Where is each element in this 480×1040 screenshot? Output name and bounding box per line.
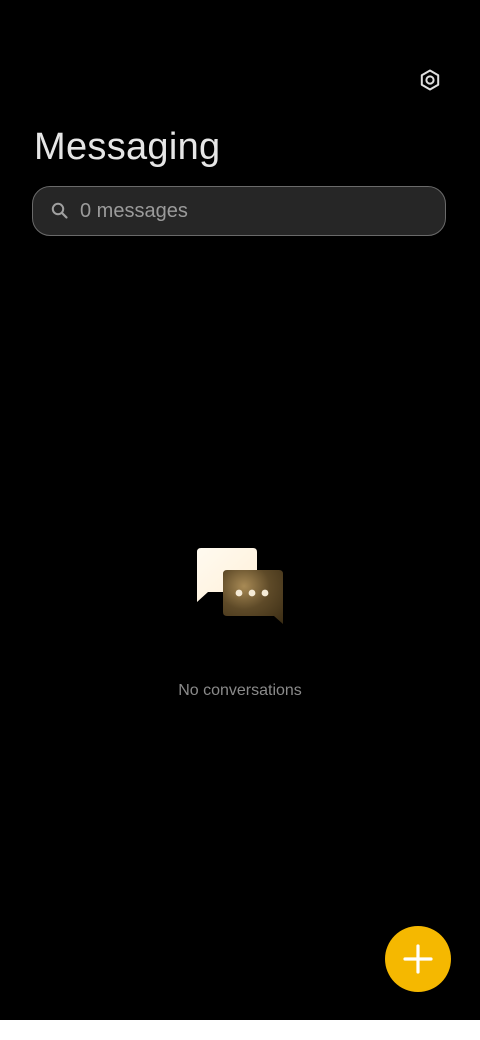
- search-input[interactable]: 0 messages: [80, 199, 188, 223]
- plus-icon: [403, 944, 433, 974]
- navigation-bar-area: [0, 1020, 480, 1040]
- page-title: Messaging: [34, 126, 221, 168]
- search-icon: [50, 201, 70, 221]
- chat-bubbles-icon: [194, 544, 286, 628]
- new-conversation-button[interactable]: [385, 926, 451, 992]
- settings-button[interactable]: [410, 60, 450, 100]
- gear-icon: [420, 69, 440, 91]
- search-bar[interactable]: 0 messages: [32, 186, 446, 236]
- messaging-screen: Messaging 0 messages No conversations: [0, 0, 480, 1020]
- empty-state-message: No conversations: [178, 682, 302, 699]
